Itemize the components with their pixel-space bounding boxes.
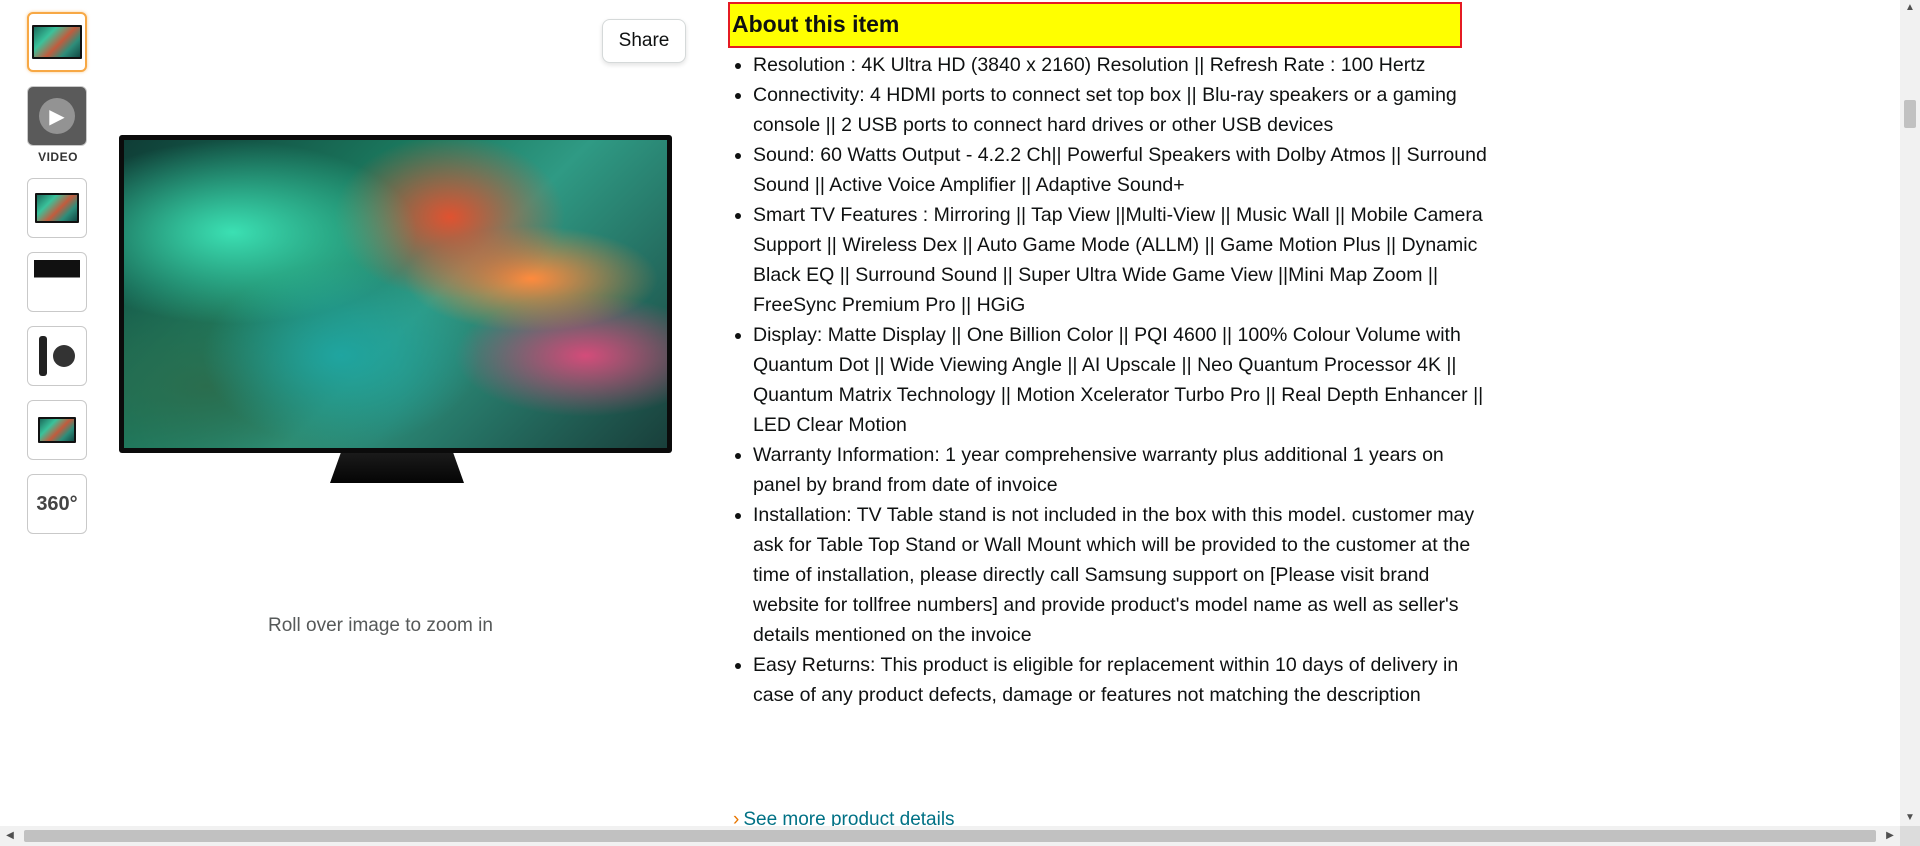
bullet-smart-tv-features: Smart TV Features : Mirroring || Tap Vie… <box>753 200 1493 320</box>
main-product-image[interactable] <box>119 135 672 484</box>
bullet-display: Display: Matte Display || One Billion Co… <box>753 320 1493 440</box>
scroll-up-arrow-icon[interactable]: ▲ <box>1900 0 1920 16</box>
scrollbar-corner <box>1900 826 1920 846</box>
vertical-scrollbar[interactable]: ▲ ▼ <box>1900 0 1920 826</box>
side-view-thumbnail-image <box>38 417 76 443</box>
tv-thumbnail-image <box>32 25 82 59</box>
thumbnail-infographic[interactable] <box>27 178 87 238</box>
rotate-360-icon: 360° <box>36 492 78 515</box>
thumbnail-video[interactable]: ▶ <box>27 86 87 146</box>
infographic-thumbnail-image <box>35 193 79 223</box>
play-icon: ▶ <box>39 98 75 134</box>
horizontal-scrollbar[interactable]: ◀ ▶ <box>0 826 1900 846</box>
scroll-down-arrow-icon[interactable]: ▼ <box>1900 810 1920 826</box>
scroll-right-arrow-icon[interactable]: ▶ <box>1882 826 1898 846</box>
bullet-connectivity: Connectivity: 4 HDMI ports to connect se… <box>753 80 1493 140</box>
share-button[interactable]: Share <box>602 19 686 63</box>
remote-thumbnail-image <box>35 334 79 378</box>
tv-screen-image <box>124 140 667 448</box>
zoom-hint: Roll over image to zoom in <box>268 615 493 636</box>
bullet-warranty: Warranty Information: 1 year comprehensi… <box>753 440 1493 500</box>
thumbnail-tv-side-view[interactable] <box>27 400 87 460</box>
bullet-resolution: Resolution : 4K Ultra HD (3840 x 2160) R… <box>753 50 1493 80</box>
thumbnail-feature-grid[interactable] <box>27 252 87 312</box>
about-this-item-heading: About this item <box>728 2 1462 48</box>
thumbnail-main-tv[interactable] <box>27 12 87 72</box>
scroll-left-arrow-icon[interactable]: ◀ <box>2 826 18 846</box>
horizontal-scroll-thumb[interactable] <box>24 830 1876 842</box>
bullet-easy-returns: Easy Returns: This product is eligible f… <box>753 650 1493 710</box>
vertical-scroll-thumb[interactable] <box>1904 100 1916 128</box>
video-label: VIDEO <box>38 150 78 164</box>
thumbnail-360-view[interactable]: 360° <box>27 474 87 534</box>
tv-stand <box>330 453 464 483</box>
thumbnail-remote-accessories[interactable] <box>27 326 87 386</box>
bullet-sound: Sound: 60 Watts Output - 4.2.2 Ch|| Powe… <box>753 140 1493 200</box>
bullet-installation: Installation: TV Table stand is not incl… <box>753 500 1493 650</box>
thumbnail-strip: ▶ VIDEO 360° <box>27 12 89 548</box>
feature-grid-thumbnail-image <box>34 260 80 304</box>
tv-frame <box>119 135 672 453</box>
feature-bullet-list: Resolution : 4K Ultra HD (3840 x 2160) R… <box>729 50 1493 710</box>
